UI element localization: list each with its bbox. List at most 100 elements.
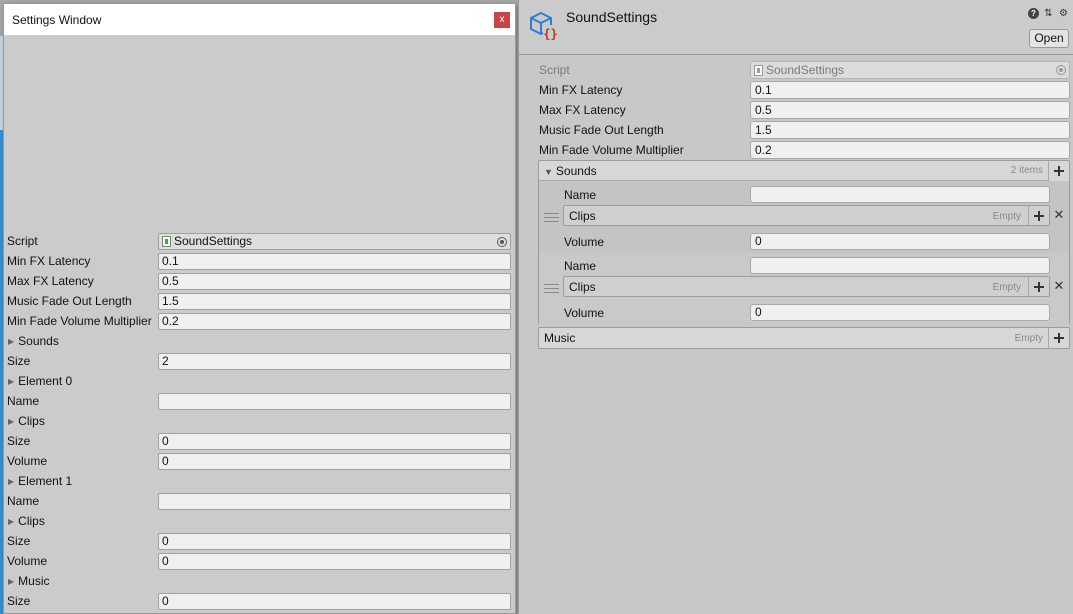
- field-input[interactable]: 0: [158, 553, 511, 570]
- window-titlebar[interactable]: Settings Window x: [4, 4, 515, 35]
- scriptable-object-icon: {}: [530, 11, 558, 41]
- field-input[interactable]: 1.5: [158, 293, 511, 310]
- inspector-title: SoundSettings: [566, 9, 658, 25]
- foldout-label: Clips: [18, 514, 45, 528]
- drag-handle-icon[interactable]: [544, 213, 559, 222]
- field-input[interactable]: [158, 493, 511, 510]
- background-area: Settings Window x Script SoundSettings Min…: [0, 0, 522, 614]
- field-input[interactable]: 0.2: [158, 313, 511, 330]
- field-label: Min Fade Volume Multiplier: [539, 143, 684, 157]
- remove-element-icon[interactable]: ✕: [1052, 279, 1066, 293]
- field-input[interactable]: 1.5: [750, 121, 1070, 139]
- settings-row: Volume 0: [4, 451, 515, 471]
- field-input[interactable]: 0.5: [750, 101, 1070, 119]
- script-label: Script: [539, 63, 570, 77]
- foldout-label: Music: [18, 574, 50, 588]
- settings-row: ▶ Element 1: [4, 471, 515, 491]
- music-list: Music Empty: [538, 327, 1070, 349]
- settings-row: Name: [4, 391, 515, 411]
- foldout-toggle[interactable]: ▶ Clips: [8, 414, 45, 428]
- inspector-header: {} SoundSettings ? ⇅ ⚙ Open: [519, 0, 1073, 55]
- add-clip-button[interactable]: [1028, 277, 1049, 296]
- element-volume-label: Volume: [564, 306, 605, 320]
- object-picker-icon[interactable]: [1056, 65, 1066, 75]
- field-label: Size: [7, 534, 31, 548]
- field-label: Size: [7, 434, 31, 448]
- object-picker-icon[interactable]: [497, 237, 507, 247]
- clips-list: Clips Empty: [563, 205, 1050, 226]
- foldout-arrow-icon: ▶: [8, 517, 15, 526]
- gear-icon[interactable]: ⚙: [1058, 8, 1069, 19]
- open-button[interactable]: Open: [1029, 29, 1069, 48]
- element-name-input[interactable]: [750, 186, 1050, 203]
- settings-row: Size 0: [4, 431, 515, 451]
- field-input[interactable]: 0.1: [750, 81, 1070, 99]
- foldout-toggle[interactable]: ▶ Element 0: [8, 374, 72, 388]
- element-name-input[interactable]: [750, 257, 1050, 274]
- field-label: Name: [7, 494, 40, 508]
- close-button[interactable]: x: [494, 11, 510, 28]
- foldout-label: Element 1: [18, 474, 73, 488]
- add-clip-button[interactable]: [1028, 206, 1049, 225]
- add-music-button[interactable]: [1048, 328, 1069, 348]
- settings-row: Size 0: [4, 591, 515, 611]
- field-input[interactable]: 0: [158, 593, 511, 610]
- inspector-field-row: Min Fade Volume Multiplier 0.2: [519, 140, 1073, 160]
- settings-row: Volume 0: [4, 551, 515, 571]
- inspector-panel: {} SoundSettings ? ⇅ ⚙ Open Script Sound…: [518, 0, 1073, 614]
- svg-text:{}: {}: [543, 27, 557, 41]
- script-field[interactable]: SoundSettings: [158, 233, 511, 250]
- clips-label: Clips: [569, 209, 596, 223]
- help-icon[interactable]: ?: [1028, 8, 1039, 19]
- foldout-arrow-icon: ▶: [8, 337, 15, 346]
- foldout-arrow-icon: ▼: [544, 167, 553, 177]
- settings-row: ▶ Clips: [4, 511, 515, 531]
- foldout-toggle[interactable]: ▶ Element 1: [8, 474, 72, 488]
- field-input[interactable]: [158, 393, 511, 410]
- sounds-count: 2 items: [1010, 165, 1043, 176]
- field-input[interactable]: 0.2: [750, 141, 1070, 159]
- foldout-arrow-icon: ▶: [8, 377, 15, 386]
- field-label: Max FX Latency: [7, 274, 94, 288]
- element-name-label: Name: [564, 259, 597, 273]
- clips-label: Clips: [569, 280, 596, 294]
- header-icons: ? ⇅ ⚙: [1028, 8, 1069, 19]
- element-volume-input[interactable]: 0: [750, 233, 1050, 250]
- add-sound-button[interactable]: [1048, 161, 1069, 181]
- script-field[interactable]: SoundSettings: [750, 61, 1070, 79]
- field-label: Music Fade Out Length: [539, 123, 664, 137]
- foldout-toggle[interactable]: ▶ Clips: [8, 514, 45, 528]
- settings-row: ▶ Sounds: [4, 331, 515, 351]
- sounds-title[interactable]: ▼ Sounds: [544, 164, 597, 178]
- foldout-arrow-icon: ▶: [8, 417, 15, 426]
- field-label: Name: [7, 394, 40, 408]
- foldout-toggle[interactable]: ▶ Sounds: [8, 334, 59, 348]
- script-row: Script SoundSettings: [519, 60, 1073, 80]
- settings-row: Min Fade Volume Multiplier 0.2: [4, 311, 515, 331]
- settings-row: Size 2: [4, 351, 515, 371]
- field-label: Min FX Latency: [539, 83, 623, 97]
- clips-list: Clips Empty: [563, 276, 1050, 297]
- field-label: Music Fade Out Length: [7, 294, 132, 308]
- field-input[interactable]: 0.5: [158, 273, 511, 290]
- foldout-label: Sounds: [18, 334, 59, 348]
- foldout-toggle[interactable]: ▶ Music: [8, 574, 50, 588]
- field-input[interactable]: 2: [158, 353, 511, 370]
- field-label: Size: [7, 354, 31, 368]
- settings-window: Settings Window x Script SoundSettings Min…: [3, 3, 516, 614]
- field-input[interactable]: 0.1: [158, 253, 511, 270]
- field-label: Min Fade Volume Multiplier: [7, 314, 152, 328]
- drag-handle-icon[interactable]: [544, 284, 559, 293]
- field-input[interactable]: 0: [158, 433, 511, 450]
- foldout-label: Clips: [18, 414, 45, 428]
- script-value: SoundSettings: [766, 63, 845, 77]
- field-input[interactable]: 0: [158, 533, 511, 550]
- sounds-list-header[interactable]: ▼ Sounds 2 items: [539, 161, 1069, 181]
- remove-element-icon[interactable]: ✕: [1052, 208, 1066, 222]
- presets-icon[interactable]: ⇅: [1043, 8, 1054, 19]
- element-volume-input[interactable]: 0: [750, 304, 1050, 321]
- field-input[interactable]: 0: [158, 453, 511, 470]
- settings-rows: Script SoundSettings Min FX Latency 0.1 Max …: [4, 231, 515, 611]
- settings-row: Name: [4, 491, 515, 511]
- field-label: Min FX Latency: [7, 254, 91, 268]
